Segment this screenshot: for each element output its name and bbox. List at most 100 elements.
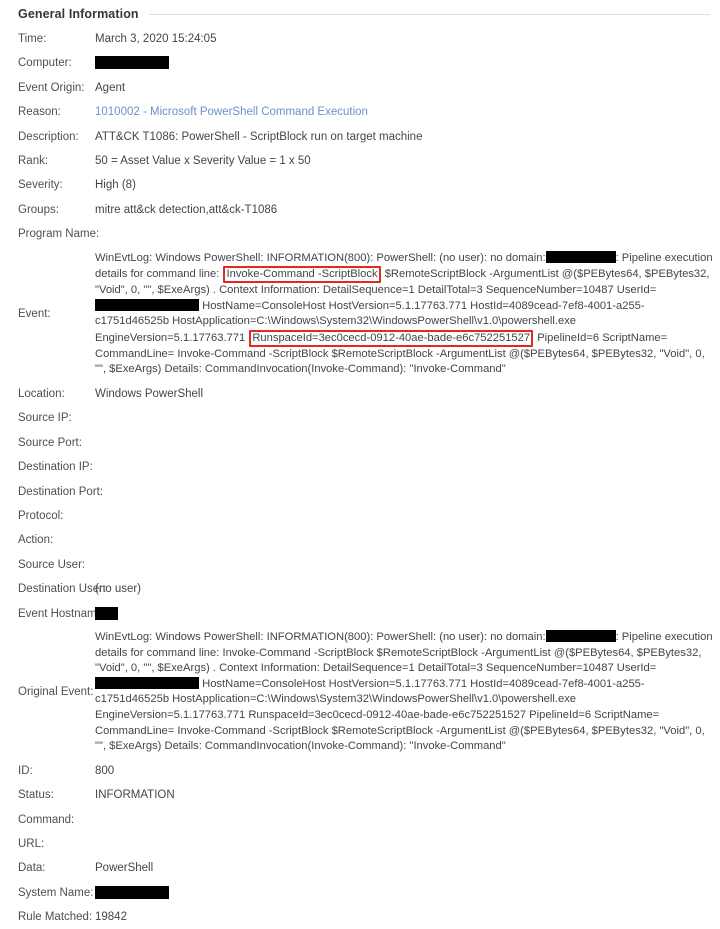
redaction-bar-event-domain (545, 250, 616, 263)
field-label-source-port: Source Port: (18, 436, 82, 449)
field-row-program-name: Program Name: (0, 222, 720, 246)
field-row-event: Event: WinEvtLog: Windows PowerShell: IN… (0, 247, 720, 383)
event-highlight-runspaceid: RunspaceId=3ec0cecd-0912-40ae-bade-e6c75… (249, 329, 534, 347)
field-value-event-origin: Agent (95, 81, 126, 94)
field-label-url: URL: (18, 837, 45, 850)
field-row-protocol: Protocol: (0, 504, 720, 528)
field-row-description: Description: ATT&CK T1086: PowerShell - … (0, 125, 720, 149)
field-value-id: 800 (95, 764, 115, 777)
field-label-reason: Reason: (18, 106, 61, 119)
field-label-original-event: Original Event: (18, 685, 94, 698)
field-label-data: Data: (18, 862, 46, 875)
field-value-location: Windows PowerShell (95, 388, 204, 401)
field-row-command: Command: (0, 808, 720, 832)
field-value-reason: 1010002 - Microsoft PowerShell Command E… (95, 100, 720, 120)
redaction-bar-event-hostname (95, 606, 118, 620)
field-label-protocol: Protocol: (18, 510, 64, 523)
field-value-url (95, 832, 720, 852)
field-label-program-name: Program Name: (18, 228, 100, 241)
field-row-source-user: Source User: (0, 553, 720, 577)
field-label-rank: Rank: (18, 154, 49, 167)
header-divider (148, 13, 710, 15)
field-row-destination-port: Destination Port: (0, 480, 720, 504)
redaction-bar-system-name (95, 885, 169, 899)
field-label-severity: Severity: (18, 179, 63, 192)
reason-link[interactable]: 1010002 - Microsoft PowerShell Command E… (95, 106, 368, 118)
field-row-event-origin: Event Origin: Agent (0, 76, 720, 100)
field-value-source-user (95, 553, 720, 573)
field-row-system-name: System Name: (0, 881, 720, 905)
original-event-segment-3: HostName=ConsoleHost HostVersion=5.1.177… (95, 677, 705, 753)
field-label-rule-matched: Rule Matched: (18, 911, 93, 924)
field-value-rank: 50 = Asset Value x Severity Value = 1 x … (95, 154, 311, 167)
field-value-protocol (95, 504, 720, 524)
field-label-destination-user: Destination User: (18, 583, 107, 596)
field-label-event-hostname: Event Hostname: (18, 607, 107, 620)
field-row-reason: Reason: 1010002 - Microsoft PowerShell C… (0, 100, 720, 124)
field-row-source-ip: Source IP: (0, 406, 720, 430)
redaction-bar-original-userid (95, 676, 199, 689)
general-information-fields: Time: March 3, 2020 15:24:05 Computer: E… (0, 27, 720, 929)
field-row-destination-ip: Destination IP: (0, 455, 720, 479)
field-value-destination-ip (95, 455, 720, 475)
field-value-system-name (95, 881, 720, 902)
field-value-source-port (95, 431, 720, 451)
field-row-source-port: Source Port: (0, 431, 720, 455)
field-row-groups: Groups: mitre att&ck detection,att&ck-T1… (0, 198, 720, 222)
field-value-original-event: WinEvtLog: Windows PowerShell: INFORMATI… (95, 626, 720, 759)
field-label-status: Status: (18, 789, 54, 802)
field-value-action (95, 528, 720, 548)
event-highlight-invoke-command: Invoke-Command -ScriptBlock (223, 266, 381, 284)
field-value-destination-user: (no user) (95, 583, 142, 596)
field-row-action: Action: (0, 528, 720, 552)
field-value-status: INFORMATION (95, 789, 175, 802)
field-value-event: WinEvtLog: Windows PowerShell: INFORMATI… (95, 247, 720, 383)
field-label-source-ip: Source IP: (18, 412, 72, 425)
field-value-source-ip (95, 406, 720, 426)
event-text-segment-1: WinEvtLog: Windows PowerShell: INFORMATI… (95, 251, 546, 264)
field-row-status: Status: INFORMATION (0, 783, 720, 807)
field-value-time: March 3, 2020 15:24:05 (95, 33, 217, 45)
redaction-bar-event-userid (95, 298, 199, 311)
field-label-destination-port: Destination Port: (18, 485, 104, 498)
page-title: General Information (18, 7, 139, 21)
redaction-bar-computer (95, 56, 169, 70)
field-row-url: URL: (0, 832, 720, 856)
field-row-original-event: Original Event: WinEvtLog: Windows Power… (0, 626, 720, 759)
field-value-destination-port (95, 480, 720, 500)
field-label-action: Action: (18, 534, 54, 547)
field-value-command (95, 808, 720, 828)
field-row-event-hostname: Event Hostname: (0, 602, 720, 626)
field-value-groups: mitre att&ck detection,att&ck-T1086 (95, 203, 278, 216)
field-label-location: Location: (18, 388, 65, 401)
field-row-computer: Computer: (0, 51, 720, 75)
field-row-rank: Rank: 50 = Asset Value x Severity Value … (0, 149, 720, 173)
field-row-location: Location: Windows PowerShell (0, 382, 720, 406)
field-value-severity: High (8) (95, 179, 136, 192)
original-event-segment-1: WinEvtLog: Windows PowerShell: INFORMATI… (95, 630, 546, 643)
field-label-description: Description: (18, 130, 79, 143)
section-header: General Information (0, 0, 720, 22)
field-label-groups: Groups: (18, 203, 59, 216)
field-row-rule-matched: Rule Matched: 19842 (0, 905, 720, 929)
field-value-program-name (95, 222, 720, 242)
field-row-id: ID: 800 (0, 759, 720, 783)
field-label-source-user: Source User: (18, 558, 86, 571)
field-row-time: Time: March 3, 2020 15:24:05 (0, 27, 720, 51)
redaction-bar-original-domain (545, 629, 616, 642)
field-label-time: Time: (18, 33, 47, 45)
field-value-description: ATT&CK T1086: PowerShell - ScriptBlock r… (95, 130, 423, 143)
field-label-event-origin: Event Origin: (18, 81, 85, 94)
field-label-event: Event: (18, 307, 51, 320)
field-label-system-name: System Name: (18, 886, 94, 899)
field-row-severity: Severity: High (8) (0, 173, 720, 197)
field-row-data: Data: PowerShell (0, 856, 720, 880)
field-value-data: PowerShell (95, 862, 154, 875)
field-label-destination-ip: Destination IP: (18, 461, 93, 474)
field-value-computer (95, 51, 720, 72)
field-label-command: Command: (18, 813, 75, 826)
field-row-destination-user: Destination User: (no user) (0, 577, 720, 601)
field-value-rule-matched: 19842 (95, 911, 127, 924)
field-label-id: ID: (18, 764, 33, 777)
field-label-computer: Computer: (18, 57, 72, 70)
